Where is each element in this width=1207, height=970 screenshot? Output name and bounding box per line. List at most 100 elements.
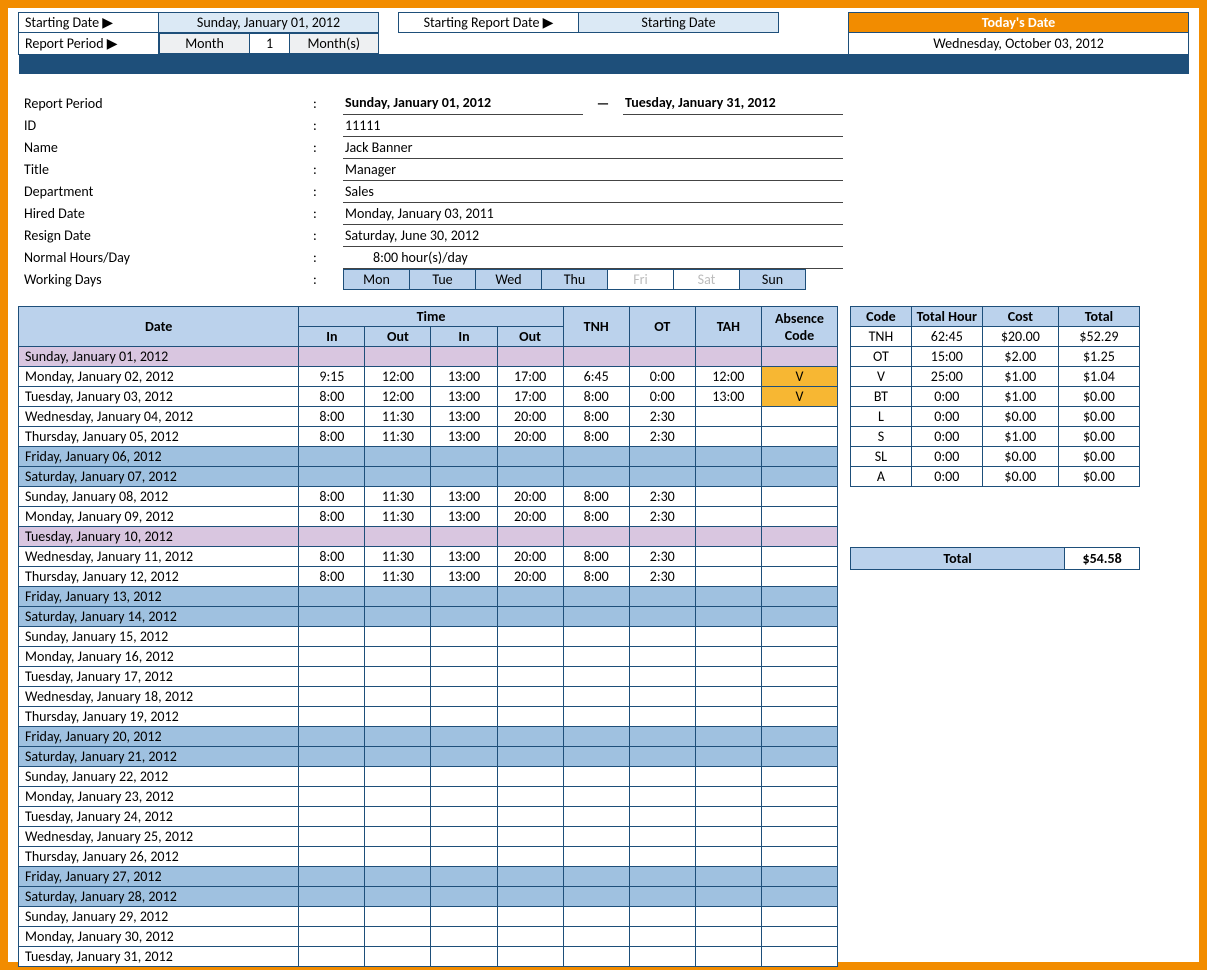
cell-in1[interactable]	[299, 527, 365, 547]
cell-out2[interactable]	[497, 647, 563, 667]
absence-cell[interactable]	[761, 727, 837, 747]
cell-out2[interactable]	[497, 667, 563, 687]
cell-in2[interactable]	[431, 807, 497, 827]
absence-cell[interactable]	[761, 707, 837, 727]
cell-tah[interactable]	[695, 527, 761, 547]
absence-cell[interactable]	[761, 887, 837, 907]
cell-out1[interactable]	[365, 447, 431, 467]
absence-cell[interactable]: V	[761, 367, 837, 387]
date-cell[interactable]: Friday, January 27, 2012	[19, 867, 299, 887]
cell-out2[interactable]	[497, 907, 563, 927]
cell-out2[interactable]: 20:00	[497, 407, 563, 427]
working-day-wed[interactable]: Wed	[476, 269, 542, 289]
cell-out1[interactable]: 11:30	[365, 427, 431, 447]
cell-tnh[interactable]	[563, 707, 629, 727]
cell-out1[interactable]	[365, 787, 431, 807]
cell-ot[interactable]: 0:00	[629, 387, 695, 407]
cell-in2[interactable]	[431, 907, 497, 927]
cell-tah[interactable]	[695, 807, 761, 827]
cell-in2[interactable]	[431, 727, 497, 747]
cell-tnh[interactable]	[563, 887, 629, 907]
cell-ot[interactable]: 2:30	[629, 547, 695, 567]
cell-tnh[interactable]	[563, 587, 629, 607]
date-cell[interactable]: Monday, January 30, 2012	[19, 927, 299, 947]
cell-in1[interactable]	[299, 647, 365, 667]
cell-tnh[interactable]	[563, 687, 629, 707]
date-cell[interactable]: Tuesday, January 24, 2012	[19, 807, 299, 827]
date-cell[interactable]: Saturday, January 14, 2012	[19, 607, 299, 627]
cell-ot[interactable]: 2:30	[629, 487, 695, 507]
cell-tah[interactable]: 12:00	[695, 367, 761, 387]
cell-out2[interactable]	[497, 747, 563, 767]
cell-out1[interactable]	[365, 747, 431, 767]
working-day-sun[interactable]: Sun	[740, 269, 806, 289]
cell-out1[interactable]	[365, 927, 431, 947]
cell-tah[interactable]	[695, 427, 761, 447]
cell-in1[interactable]: 8:00	[299, 407, 365, 427]
report-period-unit[interactable]: Month	[160, 34, 250, 54]
cell-out1[interactable]: 11:30	[365, 507, 431, 527]
cell-out1[interactable]	[365, 867, 431, 887]
cell-tnh[interactable]	[563, 727, 629, 747]
cell-in1[interactable]	[299, 607, 365, 627]
cell-in2[interactable]	[431, 927, 497, 947]
cell-ot[interactable]	[629, 347, 695, 367]
date-cell[interactable]: Saturday, January 21, 2012	[19, 747, 299, 767]
cell-ot[interactable]	[629, 687, 695, 707]
cell-ot[interactable]	[629, 807, 695, 827]
date-cell[interactable]: Wednesday, January 18, 2012	[19, 687, 299, 707]
cell-out1[interactable]: 11:30	[365, 407, 431, 427]
cell-ot[interactable]	[629, 447, 695, 467]
starting-report-value[interactable]: Starting Date	[579, 13, 779, 33]
cell-in2[interactable]	[431, 667, 497, 687]
cell-ot[interactable]	[629, 847, 695, 867]
cell-ot[interactable]	[629, 667, 695, 687]
cell-in2[interactable]: 13:00	[431, 367, 497, 387]
cell-ot[interactable]	[629, 867, 695, 887]
cell-in2[interactable]	[431, 587, 497, 607]
cell-ot[interactable]	[629, 767, 695, 787]
cell-out1[interactable]	[365, 947, 431, 967]
cell-tah[interactable]	[695, 407, 761, 427]
cell-in2[interactable]	[431, 607, 497, 627]
cell-in1[interactable]	[299, 347, 365, 367]
cell-in2[interactable]	[431, 707, 497, 727]
cell-out1[interactable]: 11:30	[365, 567, 431, 587]
cell-out2[interactable]	[497, 627, 563, 647]
cell-in1[interactable]	[299, 587, 365, 607]
absence-cell[interactable]	[761, 907, 837, 927]
cell-in1[interactable]: 8:00	[299, 567, 365, 587]
absence-cell[interactable]	[761, 587, 837, 607]
cell-tnh[interactable]: 8:00	[563, 427, 629, 447]
cell-tah[interactable]	[695, 867, 761, 887]
date-cell[interactable]: Tuesday, January 10, 2012	[19, 527, 299, 547]
absence-cell[interactable]	[761, 647, 837, 667]
cell-out1[interactable]	[365, 467, 431, 487]
date-cell[interactable]: Sunday, January 08, 2012	[19, 487, 299, 507]
cell-ot[interactable]	[629, 587, 695, 607]
cell-out2[interactable]	[497, 587, 563, 607]
cell-tnh[interactable]	[563, 607, 629, 627]
date-cell[interactable]: Monday, January 09, 2012	[19, 507, 299, 527]
cell-out2[interactable]	[497, 467, 563, 487]
cell-tnh[interactable]: 6:45	[563, 367, 629, 387]
date-cell[interactable]: Monday, January 02, 2012	[19, 367, 299, 387]
cell-in1[interactable]	[299, 947, 365, 967]
cell-tah[interactable]	[695, 567, 761, 587]
cell-in2[interactable]	[431, 747, 497, 767]
working-day-fri[interactable]: Fri	[608, 269, 674, 289]
working-day-tue[interactable]: Tue	[410, 269, 476, 289]
cell-in1[interactable]	[299, 667, 365, 687]
cell-tnh[interactable]	[563, 787, 629, 807]
absence-cell[interactable]	[761, 627, 837, 647]
date-cell[interactable]: Thursday, January 26, 2012	[19, 847, 299, 867]
working-day-thu[interactable]: Thu	[542, 269, 608, 289]
cell-out1[interactable]	[365, 667, 431, 687]
cell-in1[interactable]	[299, 627, 365, 647]
cell-tnh[interactable]	[563, 827, 629, 847]
absence-cell[interactable]	[761, 847, 837, 867]
absence-cell[interactable]	[761, 687, 837, 707]
absence-cell[interactable]	[761, 447, 837, 467]
date-cell[interactable]: Sunday, January 15, 2012	[19, 627, 299, 647]
cell-in1[interactable]	[299, 687, 365, 707]
